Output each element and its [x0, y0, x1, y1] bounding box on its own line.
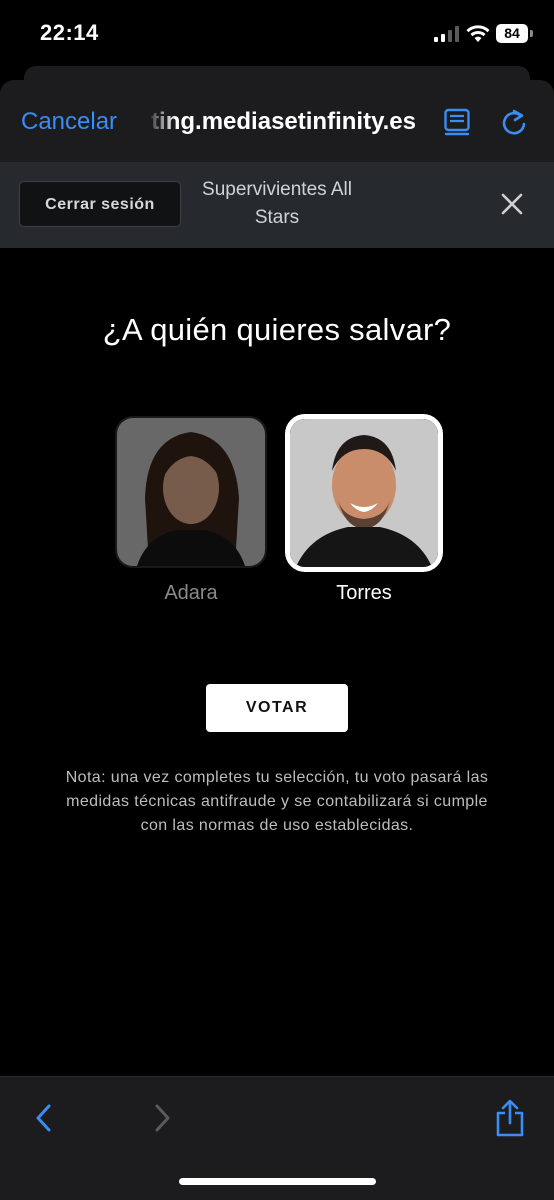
reader-view-icon[interactable]: [444, 108, 470, 136]
vote-button[interactable]: VOTAR: [206, 684, 348, 732]
portrait-adara: [117, 418, 265, 566]
battery-level: 84: [496, 24, 528, 43]
show-title: Supervivientes All Stars: [202, 179, 352, 228]
close-icon[interactable]: [498, 190, 526, 218]
url-text: ting.mediasetinfinity.es: [151, 108, 416, 135]
app-header: Cerrar sesión Supervivientes All Stars: [0, 162, 554, 248]
cancel-button[interactable]: Cancelar: [21, 108, 117, 136]
cellular-signal-icon: [434, 26, 459, 42]
candidate-adara[interactable]: Adara: [115, 416, 267, 605]
candidate-torres[interactable]: Torres: [285, 414, 443, 605]
status-time: 22:14: [40, 20, 99, 45]
chevron-right-icon: [155, 1104, 170, 1132]
reload-icon[interactable]: [500, 108, 528, 136]
share-icon[interactable]: [494, 1099, 526, 1137]
browser-sheet: Cancelar ting.mediasetinfinity.es Cerrar…: [0, 80, 554, 1200]
browser-toolbar: [0, 1076, 554, 1200]
candidate-name: Torres: [336, 582, 392, 604]
wifi-icon: [466, 25, 490, 42]
antifraud-note: Nota: una vez completes tu selección, tu…: [65, 769, 489, 834]
logout-button[interactable]: Cerrar sesión: [19, 181, 181, 227]
home-indicator: [179, 1178, 376, 1185]
status-bar: 22:14 84: [0, 0, 554, 66]
candidate-photo: [115, 416, 267, 568]
chevron-left-icon[interactable]: [32, 1103, 56, 1133]
poll-question: ¿A quién quieres salvar?: [102, 312, 452, 347]
candidate-photo-selected: [285, 414, 443, 572]
candidate-name: Adara: [164, 582, 218, 604]
url-field[interactable]: ting.mediasetinfinity.es: [146, 106, 416, 140]
portrait-torres: [290, 419, 438, 567]
battery-icon: 84: [496, 24, 534, 44]
browser-nav-bar: Cancelar ting.mediasetinfinity.es: [0, 80, 554, 162]
